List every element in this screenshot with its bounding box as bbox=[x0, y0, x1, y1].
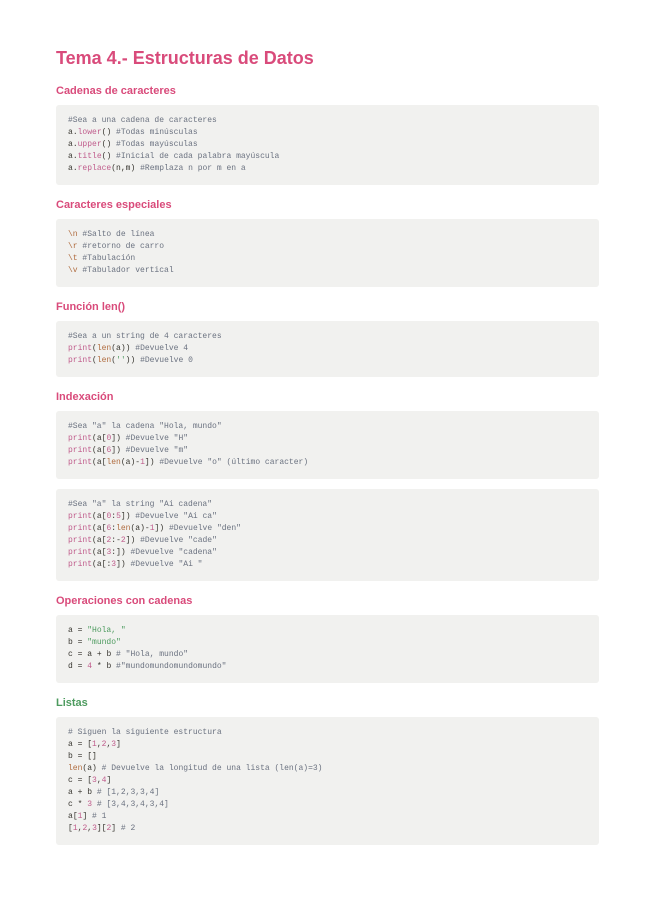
heading-ops: Operaciones con cadenas bbox=[56, 595, 599, 607]
code-index2: #Sea "a" la string "Ai cadena" print(a[0… bbox=[56, 489, 599, 581]
code-len: #Sea a un string de 4 caracteres print(l… bbox=[56, 321, 599, 377]
code-ops: a = "Hola, " b = "mundo" c = a + b # "Ho… bbox=[56, 615, 599, 683]
code-especiales: \n #Salto de línea \r #retorno de carro … bbox=[56, 219, 599, 287]
heading-listas: Listas bbox=[56, 697, 599, 709]
code-cadenas: #Sea a una cadena de caracteres a.lower(… bbox=[56, 105, 599, 185]
page-title: Tema 4.- Estructuras de Datos bbox=[56, 48, 599, 69]
heading-cadenas: Cadenas de caracteres bbox=[56, 85, 599, 97]
code-index1: #Sea "a" la cadena "Hola, mundo" print(a… bbox=[56, 411, 599, 479]
heading-especiales: Caracteres especiales bbox=[56, 199, 599, 211]
heading-index: Indexación bbox=[56, 391, 599, 403]
heading-len: Función len() bbox=[56, 301, 599, 313]
code-listas: # Siguen la siguiente estructura a = [1,… bbox=[56, 717, 599, 845]
